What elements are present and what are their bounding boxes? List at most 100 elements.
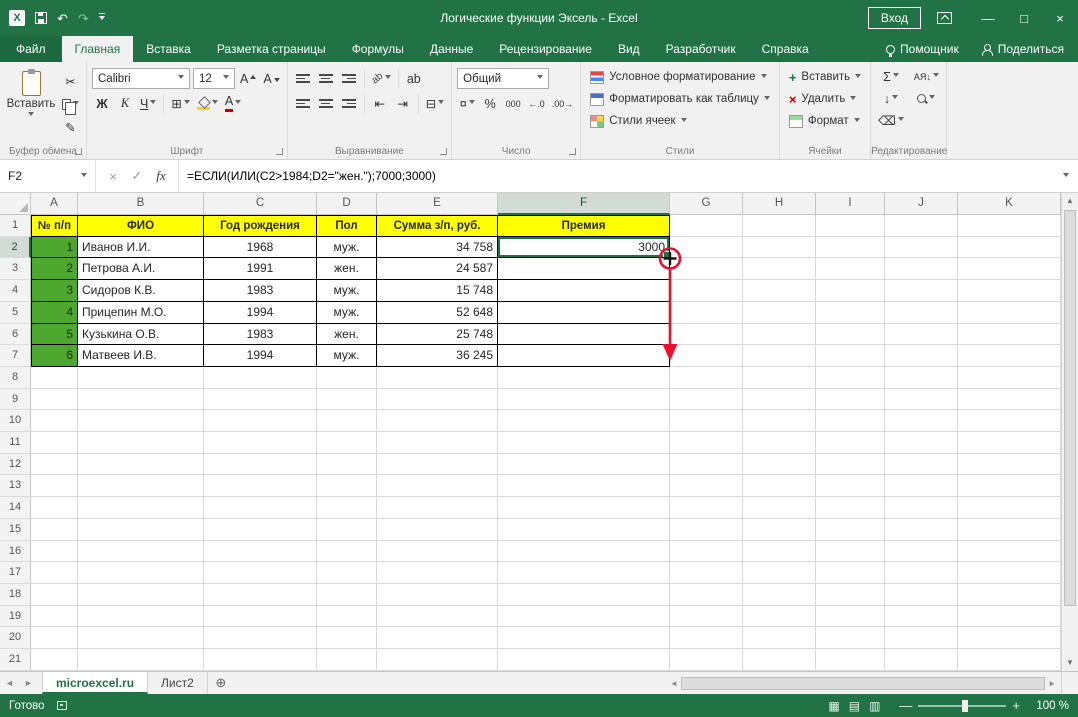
cell-G17[interactable]: [670, 562, 743, 584]
find-select-icon[interactable]: [912, 88, 941, 109]
cell-F4[interactable]: [498, 280, 670, 302]
cell-B20[interactable]: [78, 627, 204, 649]
cell-A4[interactable]: 3: [31, 280, 78, 302]
cell-H14[interactable]: [743, 497, 816, 519]
minimize-button[interactable]: —: [970, 0, 1006, 36]
cell-J19[interactable]: [885, 606, 958, 628]
cell-B4[interactable]: Сидоров К.В.: [78, 280, 204, 302]
cell-J6[interactable]: [885, 324, 958, 346]
cell-E19[interactable]: [377, 606, 498, 628]
increase-indent-icon[interactable]: ⇥: [393, 93, 413, 114]
cell-H11[interactable]: [743, 432, 816, 454]
cell-B1[interactable]: ФИО: [78, 215, 204, 237]
row-header-14[interactable]: 14: [0, 497, 31, 519]
cell-C8[interactable]: [204, 367, 317, 389]
row-header-18[interactable]: 18: [0, 584, 31, 606]
cell-D14[interactable]: [317, 497, 377, 519]
cell-B2[interactable]: Иванов И.И.: [78, 237, 204, 259]
cell-F9[interactable]: [498, 389, 670, 411]
tab-Главная[interactable]: Главная: [62, 36, 134, 62]
cell-C13[interactable]: [204, 475, 317, 497]
cell-D2[interactable]: муж.: [317, 237, 377, 259]
bold-button[interactable]: Ж: [92, 93, 112, 114]
cell-K3[interactable]: [958, 258, 1061, 280]
cell-D13[interactable]: [317, 475, 377, 497]
row-header-19[interactable]: 19: [0, 606, 31, 628]
cell-B10[interactable]: [78, 410, 204, 432]
cell-C5[interactable]: 1994: [204, 302, 317, 324]
cell-E15[interactable]: [377, 519, 498, 541]
increase-decimal-icon[interactable]: ←.0: [526, 93, 547, 114]
cell-F18[interactable]: [498, 584, 670, 606]
cell-I4[interactable]: [816, 280, 885, 302]
cell-C9[interactable]: [204, 389, 317, 411]
column-header-C[interactable]: C: [204, 193, 317, 215]
row-header-8[interactable]: 8: [0, 367, 31, 389]
decrease-decimal-icon[interactable]: .00→: [550, 93, 576, 114]
cell-C15[interactable]: [204, 519, 317, 541]
cell-A10[interactable]: [31, 410, 78, 432]
cell-F6[interactable]: [498, 324, 670, 346]
cell-E4[interactable]: 15 748: [377, 280, 498, 302]
cell-C2[interactable]: 1968: [204, 237, 317, 259]
cell-G3[interactable]: [670, 258, 743, 280]
cell-G19[interactable]: [670, 606, 743, 628]
cell-A9[interactable]: [31, 389, 78, 411]
cell-K8[interactable]: [958, 367, 1061, 389]
cell-J3[interactable]: [885, 258, 958, 280]
underline-button[interactable]: Ч: [138, 93, 158, 114]
align-middle-icon[interactable]: [316, 68, 336, 89]
cell-H13[interactable]: [743, 475, 816, 497]
cell-D19[interactable]: [317, 606, 377, 628]
cell-A11[interactable]: [31, 432, 78, 454]
cell-H5[interactable]: [743, 302, 816, 324]
cell-H9[interactable]: [743, 389, 816, 411]
cell-J5[interactable]: [885, 302, 958, 324]
row-header-6[interactable]: 6: [0, 324, 31, 346]
cell-J17[interactable]: [885, 562, 958, 584]
share-button[interactable]: Поделиться: [981, 42, 1064, 56]
cell-I8[interactable]: [816, 367, 885, 389]
cell-I19[interactable]: [816, 606, 885, 628]
zoom-level[interactable]: 100 %: [1029, 700, 1069, 712]
column-header-H[interactable]: H: [743, 193, 816, 215]
cell-C16[interactable]: [204, 541, 317, 563]
macro-record-icon[interactable]: [57, 701, 67, 710]
cell-K18[interactable]: [958, 584, 1061, 606]
cell-H20[interactable]: [743, 627, 816, 649]
cell-B15[interactable]: [78, 519, 204, 541]
cell-H6[interactable]: [743, 324, 816, 346]
cell-G6[interactable]: [670, 324, 743, 346]
row-header-10[interactable]: 10: [0, 410, 31, 432]
number-dialog-launcher-icon[interactable]: [569, 148, 576, 155]
cell-A1[interactable]: № п/п: [31, 215, 78, 237]
zoom-slider-thumb[interactable]: [962, 700, 968, 712]
cell-E5[interactable]: 52 648: [377, 302, 498, 324]
cell-D6[interactable]: жен.: [317, 324, 377, 346]
cell-D15[interactable]: [317, 519, 377, 541]
cell-E18[interactable]: [377, 584, 498, 606]
cell-G15[interactable]: [670, 519, 743, 541]
cell-J20[interactable]: [885, 627, 958, 649]
cell-C11[interactable]: [204, 432, 317, 454]
row-header-9[interactable]: 9: [0, 389, 31, 411]
column-header-F[interactable]: F: [498, 193, 670, 215]
cell-C3[interactable]: 1991: [204, 258, 317, 280]
cell-J4[interactable]: [885, 280, 958, 302]
formula-input[interactable]: =ЕСЛИ(ИЛИ(C2>1984;D2="жен.");7000;3000): [179, 160, 1054, 192]
page-layout-view-icon[interactable]: ▤: [849, 699, 860, 713]
column-header-I[interactable]: I: [816, 193, 885, 215]
normal-view-icon[interactable]: ▦: [828, 699, 839, 713]
cell-E1[interactable]: Сумма з/п, руб.: [377, 215, 498, 237]
borders-icon[interactable]: ⊞: [169, 93, 191, 114]
customize-quick-access-icon[interactable]: [99, 13, 105, 23]
cell-F1[interactable]: Премия: [498, 215, 670, 237]
cell-C1[interactable]: Год рождения: [204, 215, 317, 237]
cell-C18[interactable]: [204, 584, 317, 606]
cell-I9[interactable]: [816, 389, 885, 411]
column-header-K[interactable]: K: [958, 193, 1061, 215]
cell-I2[interactable]: [816, 237, 885, 259]
orientation-icon[interactable]: ab: [370, 68, 393, 89]
accounting-format-icon[interactable]: ¤: [457, 93, 477, 114]
cell-J21[interactable]: [885, 649, 958, 671]
